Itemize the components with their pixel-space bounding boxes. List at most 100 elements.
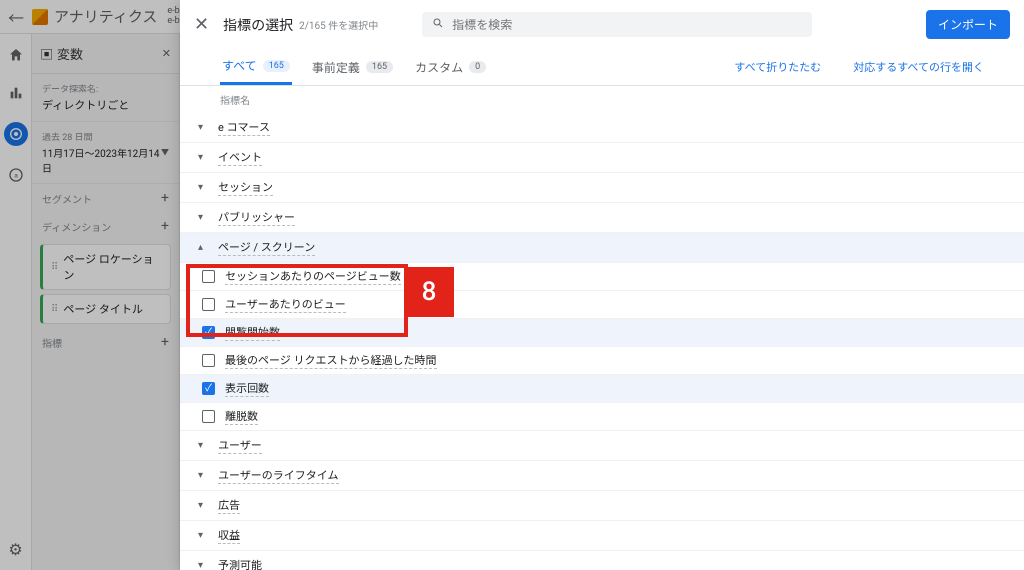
dimension-chip[interactable]: ⠿ページ ロケーション bbox=[40, 244, 171, 290]
left-nav-rail: a ⚙ bbox=[0, 34, 32, 570]
svg-text:a: a bbox=[14, 172, 18, 180]
metric-list: ▾e コマース ▾イベント ▾セッション ▾パブリッシャー ▴ページ / スクリ… bbox=[180, 113, 1024, 570]
metric-item-exits[interactable]: 離脱数 bbox=[180, 403, 1024, 431]
expand-all-link[interactable]: 対応するすべての行を開く bbox=[853, 59, 984, 75]
add-dimension-icon[interactable]: + bbox=[161, 218, 169, 234]
tab-all[interactable]: すべて165 bbox=[220, 49, 292, 85]
group-label: セッション bbox=[218, 179, 273, 196]
checkbox-icon[interactable] bbox=[202, 410, 215, 423]
group-session[interactable]: ▾セッション bbox=[180, 173, 1024, 203]
group-label: e コマース bbox=[218, 119, 270, 136]
metric-item-views-per-user[interactable]: ユーザーあたりのビュー bbox=[180, 291, 1024, 319]
list-column-header: 指標名 bbox=[180, 86, 1024, 113]
group-label: イベント bbox=[218, 149, 262, 166]
metric-label: 閲覧開始数 bbox=[225, 324, 280, 341]
metric-item-views[interactable]: ✓ 表示回数 bbox=[180, 375, 1024, 403]
group-label: パブリッシャー bbox=[218, 209, 295, 226]
metric-label: 離脱数 bbox=[225, 408, 258, 425]
close-variables-icon[interactable]: ✕ bbox=[162, 47, 171, 60]
chevron-down-icon: ▾ bbox=[198, 530, 218, 541]
metric-label: ユーザーあたりのビュー bbox=[225, 296, 346, 313]
tab-custom-badge: 0 bbox=[469, 61, 486, 73]
dropdown-caret-icon: ▼ bbox=[161, 147, 169, 158]
data-source-section[interactable]: データ探索名: ディレクトリごと bbox=[32, 74, 179, 122]
metric-item-time-since-last[interactable]: 最後のページ リクエストから経過した時間 bbox=[180, 347, 1024, 375]
checkbox-checked-icon[interactable]: ✓ bbox=[202, 382, 215, 395]
add-metric-icon[interactable]: + bbox=[161, 334, 169, 350]
metric-label: セッションあたりのページビュー数 bbox=[225, 268, 401, 285]
chevron-down-icon: ▾ bbox=[198, 152, 218, 163]
metric-item-engaged-sessions[interactable]: ✓ 閲覧開始数 bbox=[180, 319, 1024, 347]
chevron-down-icon: ▾ bbox=[198, 560, 218, 570]
date-range-section[interactable]: 過去 28 日間 11月17日～2023年12月14日 ▼ bbox=[32, 122, 179, 184]
chevron-up-icon: ▴ bbox=[198, 242, 218, 253]
dimension-chip-label: ページ タイトル bbox=[63, 301, 143, 317]
chevron-down-icon: ▾ bbox=[198, 500, 218, 511]
group-label: ページ / スクリーン bbox=[218, 239, 315, 256]
chevron-down-icon: ▾ bbox=[198, 182, 218, 193]
group-label: ユーザー bbox=[218, 437, 262, 454]
group-ecommerce[interactable]: ▾e コマース bbox=[180, 113, 1024, 143]
home-icon[interactable] bbox=[7, 46, 25, 64]
segments-label: セグメント bbox=[42, 191, 92, 206]
checkbox-icon[interactable] bbox=[202, 270, 215, 283]
metric-picker-panel: ✕ 指標の選択 2/165 件を選択中 インポート すべて165 事前定義165… bbox=[180, 0, 1024, 570]
app-title: アナリティクス bbox=[54, 6, 157, 27]
group-predictable[interactable]: ▾予測可能 bbox=[180, 551, 1024, 570]
group-ad[interactable]: ▾広告 bbox=[180, 491, 1024, 521]
panel-subtitle: 2/165 件を選択中 bbox=[299, 17, 378, 32]
tab-predefined[interactable]: 事前定義165 bbox=[310, 51, 395, 84]
add-segment-icon[interactable]: + bbox=[161, 190, 169, 206]
explore-icon[interactable] bbox=[4, 122, 28, 146]
search-input[interactable] bbox=[452, 18, 802, 32]
chevron-down-icon: ▾ bbox=[198, 212, 218, 223]
tab-predefined-badge: 165 bbox=[366, 61, 393, 73]
variables-header: ▣変数 ✕ bbox=[32, 34, 179, 74]
group-label: ユーザーのライフタイム bbox=[218, 467, 339, 484]
advertising-icon[interactable]: a bbox=[7, 166, 25, 184]
group-user-lifetime[interactable]: ▾ユーザーのライフタイム bbox=[180, 461, 1024, 491]
chevron-down-icon: ▾ bbox=[198, 122, 218, 133]
dimensions-header: ディメンション + bbox=[32, 212, 179, 240]
dimension-chip[interactable]: ⠿ ページ タイトル bbox=[40, 294, 171, 324]
drag-handle-icon[interactable]: ⠿ bbox=[51, 262, 57, 273]
reports-icon[interactable] bbox=[7, 84, 25, 102]
chevron-down-icon: ▾ bbox=[198, 470, 218, 481]
group-page-screen[interactable]: ▴ページ / スクリーン bbox=[180, 233, 1024, 263]
tabs-row: すべて165 事前定義165 カスタム0 すべて折りたたむ 対応するすべての行を… bbox=[180, 45, 1024, 86]
group-event[interactable]: ▾イベント bbox=[180, 143, 1024, 173]
import-button[interactable]: インポート bbox=[926, 10, 1010, 39]
checkbox-icon[interactable] bbox=[202, 298, 215, 311]
metric-label: 最後のページ リクエストから経過した時間 bbox=[225, 352, 437, 369]
search-icon bbox=[432, 17, 444, 32]
close-panel-icon[interactable]: ✕ bbox=[194, 14, 209, 35]
metrics-header: 指標 + bbox=[32, 328, 179, 356]
ga-logo-icon bbox=[32, 9, 48, 25]
tab-custom[interactable]: カスタム0 bbox=[413, 51, 488, 84]
date-range-label: 過去 28 日間 bbox=[42, 130, 161, 143]
group-label: 収益 bbox=[218, 527, 240, 544]
panel-header: ✕ 指標の選択 2/165 件を選択中 インポート bbox=[180, 0, 1024, 45]
back-arrow-icon[interactable]: ← bbox=[8, 5, 24, 29]
metrics-label: 指標 bbox=[42, 335, 62, 350]
variables-panel: ▣変数 ✕ データ探索名: ディレクトリごと 過去 28 日間 11月17日～2… bbox=[32, 34, 180, 570]
settings-gear-icon[interactable]: ⚙ bbox=[7, 540, 25, 558]
checkbox-icon[interactable] bbox=[202, 354, 215, 367]
group-label: 予測可能 bbox=[218, 557, 262, 570]
collapse-all-link[interactable]: すべて折りたたむ bbox=[734, 59, 821, 75]
group-label: 広告 bbox=[218, 497, 240, 514]
group-user[interactable]: ▾ユーザー bbox=[180, 431, 1024, 461]
panel-title: 指標の選択 bbox=[223, 15, 293, 35]
metric-item-pv-per-session[interactable]: セッションあたりのページビュー数 bbox=[180, 263, 1024, 291]
metric-label: 表示回数 bbox=[225, 380, 269, 397]
group-publisher[interactable]: ▾パブリッシャー bbox=[180, 203, 1024, 233]
variables-icon: ▣ bbox=[40, 44, 53, 63]
data-source-value: ディレクトリごと bbox=[42, 97, 169, 113]
search-box[interactable] bbox=[422, 12, 812, 37]
date-range-value: 11月17日～2023年12月14日 bbox=[42, 145, 161, 175]
checkbox-checked-icon[interactable]: ✓ bbox=[202, 326, 215, 339]
drag-handle-icon[interactable]: ⠿ bbox=[51, 304, 57, 315]
data-source-label: データ探索名: bbox=[42, 82, 169, 95]
chevron-down-icon: ▾ bbox=[198, 440, 218, 451]
group-revenue[interactable]: ▾収益 bbox=[180, 521, 1024, 551]
